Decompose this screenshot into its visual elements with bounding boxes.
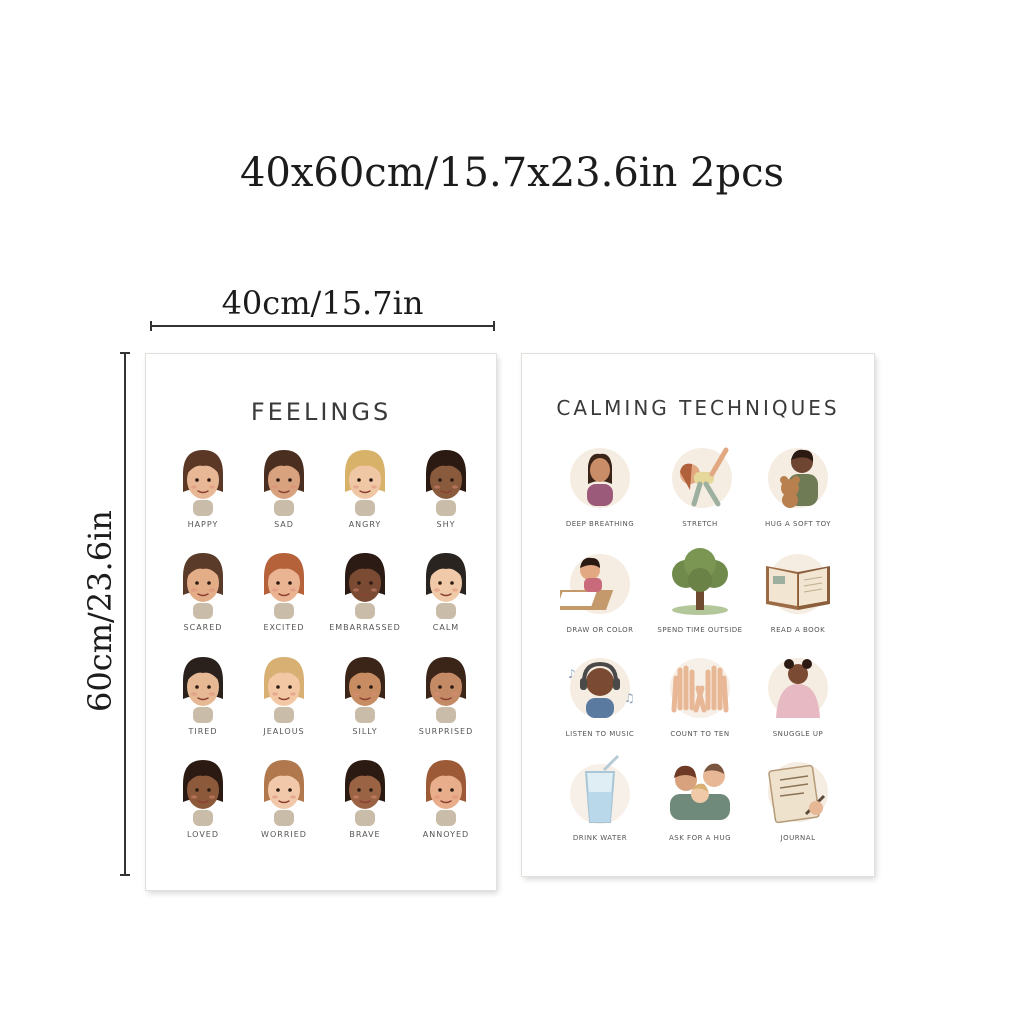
- drawing-child-icon: [560, 554, 630, 614]
- width-dimension-label: 40cm/15.7in: [221, 284, 424, 322]
- scared-face-icon: [183, 553, 223, 619]
- open-hands-icon: [670, 658, 730, 718]
- feelings-poster: FEELINGS HAPPY SAD ANGRY SHY SCARED EXCITED EM…: [146, 354, 496, 890]
- excited-face-icon: [264, 553, 304, 619]
- feeling-worried: WORRIED: [239, 754, 329, 839]
- surprised-face-icon: [426, 657, 466, 723]
- feeling-tired: TIRED: [158, 651, 248, 736]
- technique-label: SPEND TIME OUTSIDE: [657, 626, 743, 634]
- calming-techniques-poster: CALMING TECHNIQUES DEEP BREATHING STRETCH…: [522, 354, 874, 876]
- feeling-angry: ANGRY: [320, 444, 410, 529]
- jealous-face-icon: [264, 657, 304, 723]
- technique-label: COUNT TO TEN: [670, 730, 730, 738]
- worried-face-icon: [264, 760, 304, 826]
- feeling-loved: LOVED: [158, 754, 248, 839]
- feeling-label: SHY: [436, 520, 456, 529]
- feeling-annoyed: ANNOYED: [401, 754, 491, 839]
- breathing-child-icon: [570, 448, 630, 508]
- annoyed-face-icon: [426, 760, 466, 826]
- feeling-calm: CALM: [401, 547, 491, 632]
- tree-icon: [672, 548, 728, 615]
- journal-writing-icon: [768, 762, 828, 824]
- happy-face-icon: [183, 450, 223, 516]
- feeling-sad: SAD: [239, 444, 329, 529]
- feeling-label: WORRIED: [261, 830, 307, 839]
- feeling-label: SCARED: [183, 623, 223, 632]
- feeling-label: ANGRY: [348, 520, 382, 529]
- technique-ask-for-a-hug: ASK FOR A HUG: [650, 752, 750, 843]
- technique-count-to-ten: COUNT TO TEN: [650, 648, 750, 739]
- angry-face-icon: [345, 450, 385, 516]
- feeling-label: LOVED: [186, 830, 219, 839]
- feeling-brave: BRAVE: [320, 754, 410, 839]
- width-dimension-line: [150, 321, 495, 331]
- tired-face-icon: [183, 657, 223, 723]
- feeling-label: HAPPY: [187, 520, 219, 529]
- loved-face-icon: [183, 760, 223, 826]
- height-dimension-line: [120, 352, 130, 876]
- feeling-label: EMBARRASSED: [329, 623, 401, 632]
- technique-drink-water: DRINK WATER: [550, 752, 650, 843]
- calm-face-icon: [426, 553, 466, 619]
- technique-stretch: STRETCH: [650, 438, 750, 529]
- feeling-surprised: SURPRISED: [401, 651, 491, 736]
- technique-label: DEEP BREATHING: [565, 520, 635, 528]
- feeling-silly: SILLY: [320, 651, 410, 736]
- feeling-scared: SCARED: [158, 547, 248, 632]
- technique-label: HUG A SOFT TOY: [764, 520, 832, 528]
- sad-face-icon: [264, 450, 304, 516]
- product-size-headline: 40x60cm/15.7x23.6in 2pcs: [239, 150, 785, 196]
- technique-snuggle-up: SNUGGLE UP: [748, 648, 848, 739]
- technique-label: STRETCH: [682, 520, 718, 528]
- family-hug-icon: [670, 763, 730, 820]
- stretching-child-icon: [672, 447, 732, 508]
- feelings-poster-title: FEELINGS: [250, 398, 392, 426]
- technique-label: JOURNAL: [780, 834, 816, 842]
- water-glass-icon: [570, 754, 630, 824]
- blanket-child-icon: [768, 658, 828, 718]
- technique-label: DRINK WATER: [572, 834, 628, 842]
- technique-label: LISTEN TO MUSIC: [565, 730, 635, 738]
- technique-spend-time-outside: SPEND TIME OUTSIDE: [650, 544, 750, 635]
- technique-label: SNUGGLE UP: [772, 730, 824, 738]
- feeling-label: EXCITED: [263, 623, 305, 632]
- headphones-child-icon: ♪♫: [568, 658, 635, 718]
- technique-deep-breathing: DEEP BREATHING: [550, 438, 650, 529]
- technique-draw-or-color: DRAW OR COLOR: [550, 544, 650, 635]
- embarrassed-face-icon: [345, 553, 385, 619]
- technique-label: ASK FOR A HUG: [669, 834, 731, 842]
- technique-journal: JOURNAL: [748, 752, 848, 843]
- technique-listen-to-music: ♪ ♫ LISTEN TO MUSIC: [550, 648, 650, 739]
- technique-label: DRAW OR COLOR: [566, 626, 634, 634]
- feeling-label: CALM: [432, 623, 460, 632]
- feeling-label: JEALOUS: [263, 727, 305, 736]
- feeling-happy: HAPPY: [158, 444, 248, 529]
- technique-read-a-book: READ A BOOK: [748, 544, 848, 635]
- shy-face-icon: [426, 450, 466, 516]
- technique-label: READ A BOOK: [770, 626, 826, 634]
- svg-text:♪: ♪: [568, 667, 576, 681]
- feeling-jealous: JEALOUS: [239, 651, 329, 736]
- feeling-label: SURPRISED: [418, 727, 474, 736]
- feeling-label: SAD: [274, 520, 294, 529]
- feeling-shy: SHY: [401, 444, 491, 529]
- svg-text:♫: ♫: [624, 691, 635, 705]
- technique-hug-a-soft-toy: HUG A SOFT TOY: [748, 438, 848, 529]
- feeling-label: BRAVE: [349, 830, 381, 839]
- brave-face-icon: [345, 760, 385, 826]
- teddy-bear-hug-icon: [768, 448, 828, 508]
- feeling-embarrassed: EMBARRASSED: [320, 547, 410, 632]
- height-dimension-label: 60cm/23.6in: [81, 510, 119, 712]
- feeling-label: TIRED: [188, 727, 218, 736]
- calming-poster-title: CALMING TECHNIQUES: [556, 396, 840, 420]
- feeling-excited: EXCITED: [239, 547, 329, 632]
- open-book-icon: [766, 554, 830, 614]
- feeling-label: ANNOYED: [422, 830, 470, 839]
- feeling-label: SILLY: [352, 727, 378, 736]
- silly-face-icon: [345, 657, 385, 723]
